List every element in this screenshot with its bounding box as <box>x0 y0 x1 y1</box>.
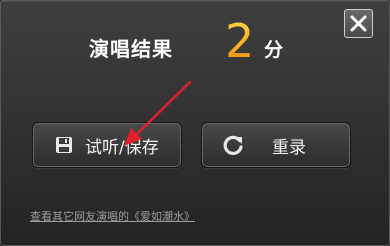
re-record-button[interactable]: 重录 <box>201 122 351 168</box>
listen-save-label: 试听/保存 <box>85 137 159 158</box>
score-value: 2 <box>225 14 255 68</box>
refresh-icon <box>222 134 244 156</box>
close-button[interactable] <box>344 9 373 38</box>
result-title: 演唱结果 <box>89 37 173 61</box>
other-users-link[interactable]: 查看其它网友演唱的《爱如潮水》 <box>30 208 195 224</box>
re-record-label: 重录 <box>272 137 306 158</box>
score-dialog: 演唱结果 2 分 试听/保存 重录 查看其它网友演唱的《爱如潮水》 <box>0 0 390 246</box>
listen-save-button[interactable]: 试听/保存 <box>32 122 182 168</box>
score-unit: 分 <box>264 39 284 61</box>
floppy-disk-icon <box>55 136 73 154</box>
close-icon <box>350 15 367 32</box>
